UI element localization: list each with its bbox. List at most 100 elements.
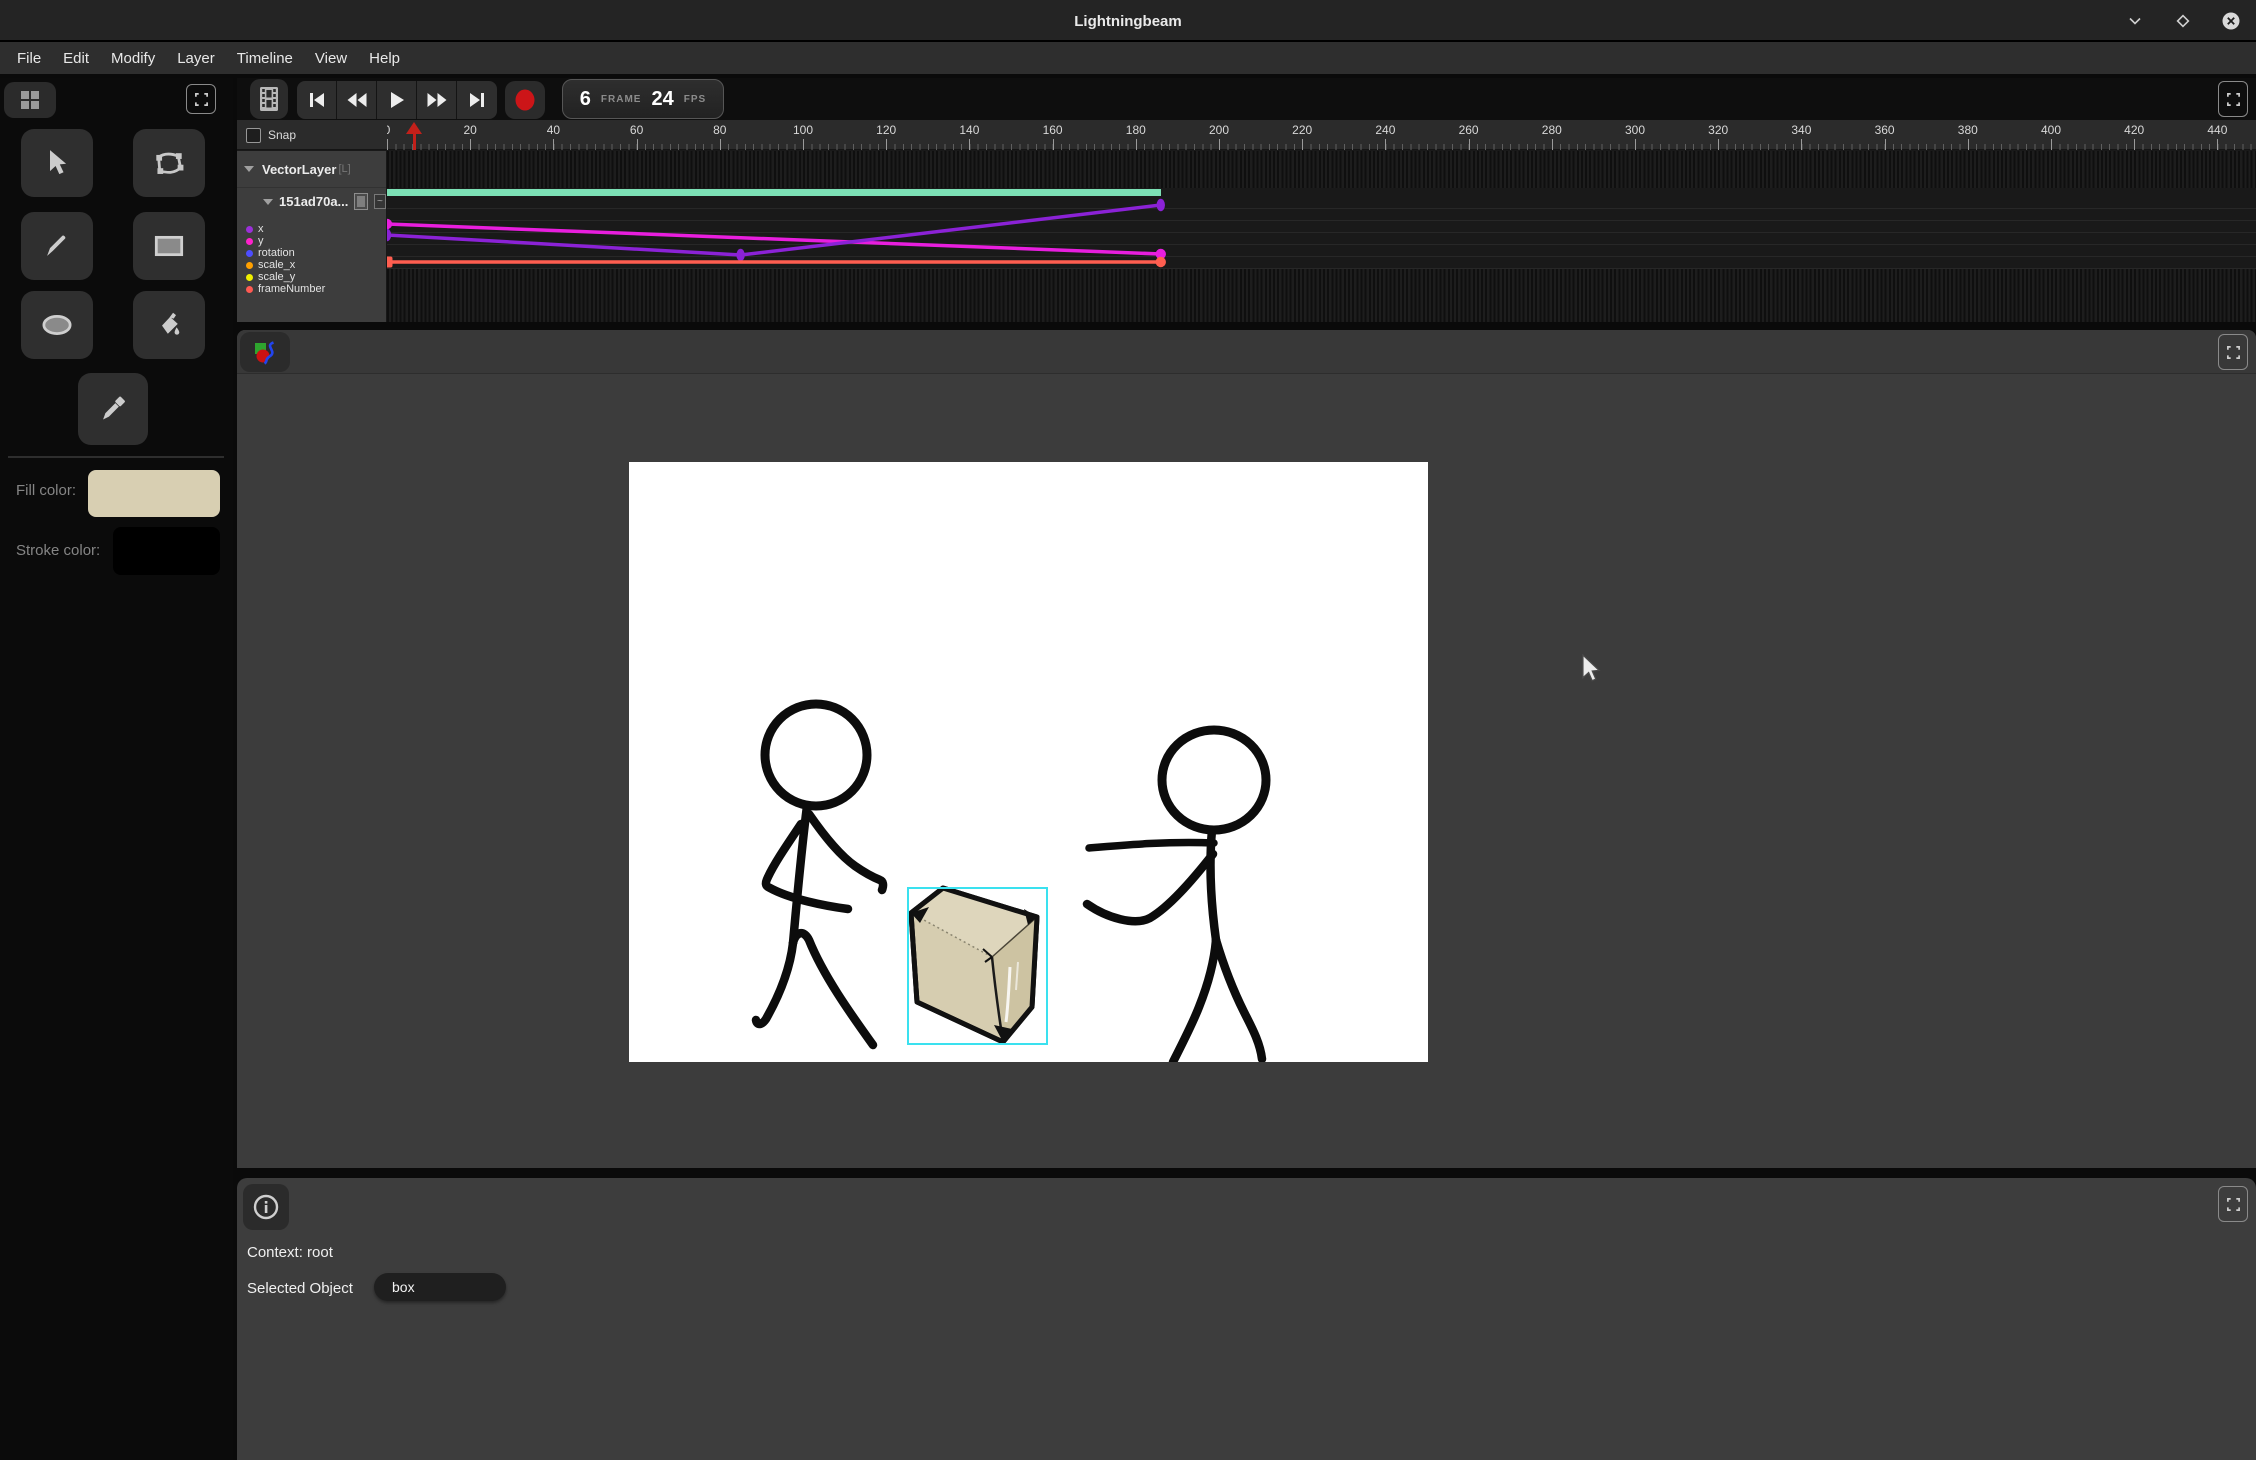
fill-color-swatch[interactable] xyxy=(88,470,220,517)
frames-track[interactable] xyxy=(387,151,2256,188)
ruler-scale[interactable]: 0204060801001201401601802002202402602803… xyxy=(387,120,2256,150)
fast-forward-button[interactable] xyxy=(417,81,457,119)
play-button[interactable] xyxy=(377,81,417,119)
property-color-dot xyxy=(246,226,253,233)
expand-icon xyxy=(194,92,209,107)
keyframe-frameNumber[interactable] xyxy=(1156,257,1166,267)
skip-to-end-button[interactable] xyxy=(457,81,497,119)
ruler-tick-label: 80 xyxy=(713,123,726,137)
tool-ellipse[interactable] xyxy=(21,291,93,359)
collapse-triangle-icon[interactable] xyxy=(263,199,273,205)
property-row-frameNumber[interactable]: frameNumber xyxy=(237,283,386,295)
layer-span-track[interactable] xyxy=(387,188,2256,197)
mouse-cursor-icon xyxy=(1578,654,1604,682)
tool-pencil[interactable] xyxy=(21,212,93,280)
playhead[interactable] xyxy=(406,122,422,150)
curve-area[interactable] xyxy=(387,197,2256,269)
menu-timeline[interactable]: Timeline xyxy=(226,42,304,74)
sublayer-tilde-button[interactable]: ~ xyxy=(374,194,386,209)
snap-checkbox[interactable] xyxy=(246,128,261,143)
stroke-color-swatch[interactable] xyxy=(113,527,220,575)
menu-file[interactable]: File xyxy=(6,42,52,74)
panel-grid-button[interactable] xyxy=(4,82,56,118)
keyframe-x[interactable] xyxy=(1157,199,1165,211)
stick-figure-right[interactable] xyxy=(1087,730,1266,1062)
record-button[interactable] xyxy=(505,81,545,119)
keyframe-y[interactable] xyxy=(387,219,392,229)
ruler-tick xyxy=(1053,139,1054,150)
menu-layer[interactable]: Layer xyxy=(166,42,226,74)
menu-help[interactable]: Help xyxy=(358,42,411,74)
property-label: y xyxy=(258,235,264,247)
track-area[interactable] xyxy=(387,151,2256,322)
inspector-expand-button[interactable] xyxy=(2218,1186,2248,1222)
tool-rectangle[interactable] xyxy=(133,212,205,280)
snap-control: Snap xyxy=(237,120,387,150)
skip-to-start-button[interactable] xyxy=(297,81,337,119)
timeline-tracks: VectorLayer [L] 151ad70a... ~ xyrotation… xyxy=(237,151,2256,322)
selected-object-value[interactable]: box xyxy=(374,1273,506,1301)
ruler-tick-label: 60 xyxy=(630,123,643,137)
property-list: xyrotationscale_xscale_yframeNumber xyxy=(237,215,386,295)
keyframe-x[interactable] xyxy=(736,249,744,261)
ruler-tick-label: 20 xyxy=(464,123,477,137)
canvas-expand-button[interactable] xyxy=(2218,334,2248,370)
property-row-rotation[interactable]: rotation xyxy=(237,247,386,259)
rewind-icon xyxy=(346,92,368,108)
close-icon[interactable] xyxy=(2220,10,2242,32)
curves-svg[interactable] xyxy=(387,197,2256,269)
ruler-tick xyxy=(886,139,887,150)
minimize-icon[interactable] xyxy=(2124,10,2146,32)
property-color-dot xyxy=(246,286,253,293)
stick-figure-left[interactable] xyxy=(756,704,883,1045)
frames-track[interactable] xyxy=(387,269,2256,322)
box-object[interactable] xyxy=(911,888,1037,1042)
layer-row-vectorlayer[interactable]: VectorLayer [L] xyxy=(237,151,386,188)
paint-bucket-icon xyxy=(155,311,183,339)
timeline-expand-button[interactable] xyxy=(2218,81,2248,117)
play-icon xyxy=(389,91,405,109)
tool-path-nodes[interactable] xyxy=(133,129,205,197)
keyframe-span-bar[interactable] xyxy=(387,189,1161,196)
property-row-scale_x[interactable]: scale_x xyxy=(237,259,386,271)
ruler-tick xyxy=(1136,139,1137,150)
info-button[interactable] xyxy=(243,1184,289,1230)
layer-list: VectorLayer [L] 151ad70a... ~ xyrotation… xyxy=(237,151,387,322)
property-row-scale_y[interactable]: scale_y xyxy=(237,271,386,283)
keyframe-frameNumber[interactable] xyxy=(387,257,393,268)
sublayer-swatch-button[interactable] xyxy=(354,193,367,210)
ruler-tick-label: 240 xyxy=(1375,123,1395,137)
maximize-diamond-icon[interactable] xyxy=(2172,10,2194,32)
property-row-y[interactable]: y xyxy=(237,235,386,247)
menu-edit[interactable]: Edit xyxy=(52,42,100,74)
shapes-logo-button[interactable] xyxy=(240,332,290,372)
collapse-triangle-icon[interactable] xyxy=(244,166,254,172)
property-label: frameNumber xyxy=(258,283,325,295)
ruler-tick xyxy=(1801,139,1802,150)
canvas-header xyxy=(237,330,2256,374)
ruler-tick-label: 300 xyxy=(1625,123,1645,137)
timeline-ruler[interactable]: Snap 02040608010012014016018020022024026… xyxy=(237,120,2256,150)
ruler-tick xyxy=(1385,139,1386,150)
ruler-tick xyxy=(1718,139,1719,150)
menu-view[interactable]: View xyxy=(304,42,358,74)
ellipse-icon xyxy=(41,313,73,337)
stage[interactable] xyxy=(629,462,1428,1062)
canvas-workspace[interactable] xyxy=(237,374,2256,1168)
keyframe-x[interactable] xyxy=(387,229,391,241)
ruler-tick-label: 180 xyxy=(1126,123,1146,137)
tool-eyedropper[interactable] xyxy=(78,373,148,445)
sublayer-row[interactable]: 151ad70a... ~ xyxy=(237,188,386,215)
tool-select-cursor[interactable] xyxy=(21,129,93,197)
ruler-tick xyxy=(1302,139,1303,150)
film-roll-button[interactable] xyxy=(250,79,288,119)
rewind-button[interactable] xyxy=(337,81,377,119)
tools-expand-button[interactable] xyxy=(186,84,216,114)
property-color-dot xyxy=(246,274,253,281)
property-row-x[interactable]: x xyxy=(237,223,386,235)
film-roll-icon xyxy=(259,86,279,112)
menu-modify[interactable]: Modify xyxy=(100,42,166,74)
ruler-tick-label: 320 xyxy=(1708,123,1728,137)
tool-paint-bucket[interactable] xyxy=(133,291,205,359)
stage-drawing[interactable] xyxy=(629,462,1428,1062)
